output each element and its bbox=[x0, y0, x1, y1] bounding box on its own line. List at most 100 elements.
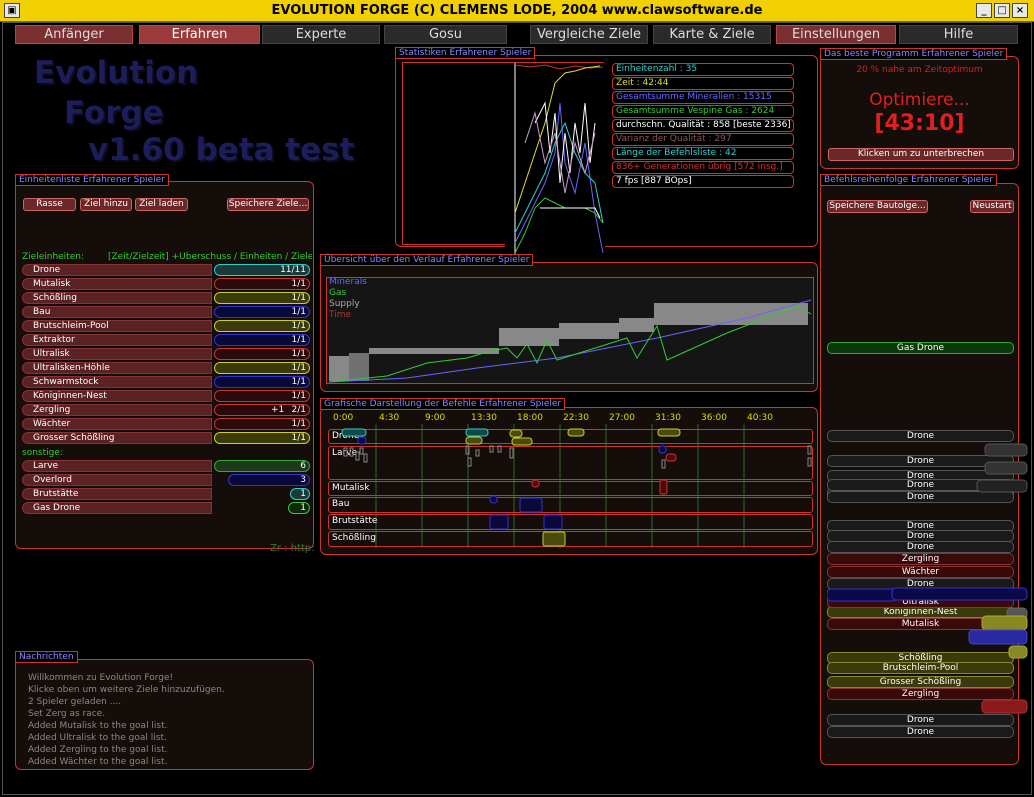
goal-row[interactable]: Königinnen-Nest 1/1 bbox=[22, 390, 310, 402]
goal-name: Zergling bbox=[22, 404, 212, 416]
stat-line: 836+ Generationen übrig [572 insg.] bbox=[612, 161, 794, 174]
goal-name: Königinnen-Nest bbox=[22, 390, 212, 402]
other-unit-row[interactable]: Gas Drone 1 bbox=[22, 502, 310, 514]
save-goals-button[interactable]: Speichere Ziele... bbox=[227, 198, 309, 211]
other-unit-value: 6 bbox=[214, 460, 310, 472]
add-goal-button[interactable]: Ziel hinzu bbox=[80, 198, 132, 211]
stat-line: durchschn. Qualität : 858 [beste 2336] bbox=[612, 119, 794, 132]
overview-chart bbox=[328, 299, 812, 383]
units-panel-title: Einheitenliste Erfahrener Spieler bbox=[15, 174, 169, 186]
goal-name: Brutschleim-Pool bbox=[22, 320, 212, 332]
goal-value: 1/1 bbox=[214, 418, 310, 430]
other-unit-row[interactable]: Overlord 3 bbox=[22, 474, 310, 486]
goal-name: Schwarmstock bbox=[22, 376, 212, 388]
graph-panel-title: Grafische Darstellung der Befehle Erfahr… bbox=[320, 398, 566, 410]
time-tick: 22:30 bbox=[563, 413, 589, 423]
other-unit-row[interactable]: Brutstätte 1 bbox=[22, 488, 310, 500]
tab-hilfe[interactable]: Hilfe bbox=[899, 25, 1018, 44]
legend-entry: Minerals bbox=[329, 277, 367, 287]
goal-row[interactable]: Schößling 1/1 bbox=[22, 292, 310, 304]
other-unit-name: Gas Drone bbox=[22, 502, 212, 514]
other-unit-name: Larve bbox=[22, 460, 212, 472]
tab-vergleiche-ziele[interactable]: Vergleiche Ziele bbox=[530, 25, 648, 44]
goal-name: Bau bbox=[22, 306, 212, 318]
build-order-title: Befehlsreihenfolge Erfahrener Spieler bbox=[820, 174, 997, 186]
other-unit-value: 1 bbox=[288, 502, 310, 514]
goal-row[interactable]: Wächter 1/1 bbox=[22, 418, 310, 430]
build-order-item[interactable]: Gas Drone bbox=[827, 342, 1014, 354]
goal-row[interactable]: Ultralisken-Höhle 1/1 bbox=[22, 362, 310, 374]
restart-button[interactable]: Neustart bbox=[970, 200, 1014, 213]
overview-panel-title: Übersicht über den Verlauf Erfahrener Sp… bbox=[320, 254, 534, 266]
stat-line: 7 fps [887 BOps] bbox=[612, 175, 794, 188]
other-unit-value: 3 bbox=[228, 474, 310, 486]
goal-name: Extraktor bbox=[22, 334, 212, 346]
tab-anfaenger[interactable]: Anfänger bbox=[15, 25, 133, 44]
goal-value: 1/1 bbox=[214, 292, 310, 304]
goal-row[interactable]: Ultralisk 1/1 bbox=[22, 348, 310, 360]
optimizing-status: Optimiere... bbox=[869, 90, 970, 110]
best-program-subtitle: 20 % nahe am Zeitoptimum bbox=[856, 65, 983, 75]
goal-columns-header: [Zeit/Zielzeit] +Überschuss / Einheiten … bbox=[108, 252, 312, 262]
goal-row[interactable]: Brutschleim-Pool 1/1 bbox=[22, 320, 310, 332]
other-units-header: sonstige: bbox=[22, 448, 63, 458]
other-unit-value: 1 bbox=[290, 488, 310, 500]
goal-name: Ultralisken-Höhle bbox=[22, 362, 212, 374]
message-line: Set Zerg as race. bbox=[28, 709, 106, 719]
goal-row[interactable]: Mutalisk 1/1 bbox=[22, 278, 310, 290]
goal-value: 1/1 bbox=[214, 432, 310, 444]
goal-value: 1/1 bbox=[214, 362, 310, 374]
goal-value: 1/1 bbox=[214, 306, 310, 318]
stats-graph bbox=[505, 63, 605, 259]
tab-erfahren[interactable]: Erfahren bbox=[139, 25, 260, 44]
goal-value: 1/1 bbox=[214, 334, 310, 346]
legend-entry: Supply bbox=[329, 299, 360, 309]
graph-bars bbox=[341, 428, 812, 547]
messages-title: Nachrichten bbox=[15, 651, 78, 663]
optimizing-time: [43:10] bbox=[874, 111, 965, 136]
load-goal-button[interactable]: Ziel laden bbox=[135, 198, 188, 211]
minimize-icon[interactable]: _ bbox=[976, 3, 992, 18]
window-title: EVOLUTION FORGE (C) CLEMENS LODE, 2004 w… bbox=[271, 3, 763, 18]
goal-value: 1/1 bbox=[214, 320, 310, 332]
goal-row[interactable]: Zergling 2/1 +1 bbox=[22, 404, 310, 416]
logo-line1: Evolution bbox=[34, 55, 199, 91]
goal-row[interactable]: Bau 1/1 bbox=[22, 306, 310, 318]
goal-units-header: Zieleinheiten: bbox=[22, 252, 84, 262]
stray-text: Zr : http: bbox=[270, 543, 315, 554]
goal-row[interactable]: Extraktor 1/1 bbox=[22, 334, 310, 346]
window-menu-icon[interactable]: ▣ bbox=[4, 3, 20, 18]
legend-entry: Gas bbox=[329, 288, 347, 298]
goal-value: 11/11 bbox=[214, 264, 310, 276]
stats-panel-title: Statistiken Erfahrener Spieler bbox=[395, 47, 536, 59]
message-line: 2 Spieler geladen .... bbox=[28, 697, 122, 707]
goal-row[interactable]: Grosser Schößling 1/1 bbox=[22, 432, 310, 444]
window-titlebar: EVOLUTION FORGE (C) CLEMENS LODE, 2004 w… bbox=[0, 0, 1034, 22]
time-tick: 31:30 bbox=[655, 413, 681, 423]
race-button[interactable]: Rasse bbox=[23, 198, 76, 211]
time-tick: 36:00 bbox=[701, 413, 727, 423]
goal-row[interactable]: Drone 11/11 bbox=[22, 264, 310, 276]
tab-experte[interactable]: Experte bbox=[262, 25, 380, 44]
tab-einstellungen[interactable]: Einstellungen bbox=[776, 25, 896, 44]
tab-gosu[interactable]: Gosu bbox=[384, 25, 507, 44]
time-tick: 0:00 bbox=[333, 413, 354, 423]
time-tick: 40:30 bbox=[747, 413, 773, 423]
goal-name: Schößling bbox=[22, 292, 212, 304]
time-tick: 9:00 bbox=[425, 413, 446, 423]
message-line: Added Ultralisk to the goal list. bbox=[28, 733, 167, 743]
save-build-order-button[interactable]: Speichere Bautolge... bbox=[827, 200, 928, 213]
other-unit-row[interactable]: Larve 6 bbox=[22, 460, 310, 472]
tab-karte-ziele[interactable]: Karte & Ziele bbox=[653, 25, 771, 44]
interrupt-button[interactable]: Klicken um zu unterbrechen bbox=[828, 148, 1014, 161]
message-line: Added Wächter to the goal list. bbox=[28, 757, 168, 767]
close-icon[interactable]: × bbox=[1012, 3, 1028, 18]
logo-line2: Forge bbox=[64, 95, 164, 131]
stat-line: Varianz der Qualität : 297 bbox=[612, 133, 794, 146]
goal-row[interactable]: Schwarmstock 1/1 bbox=[22, 376, 310, 388]
stat-line: Zeit : 42:44 bbox=[612, 77, 794, 90]
time-tick: 4:30 bbox=[379, 413, 400, 423]
goal-name: Grosser Schößling bbox=[22, 432, 212, 444]
stat-line: Gesamtsumme Mineralien : 15315 bbox=[612, 91, 794, 104]
maximize-icon[interactable]: □ bbox=[994, 3, 1010, 18]
